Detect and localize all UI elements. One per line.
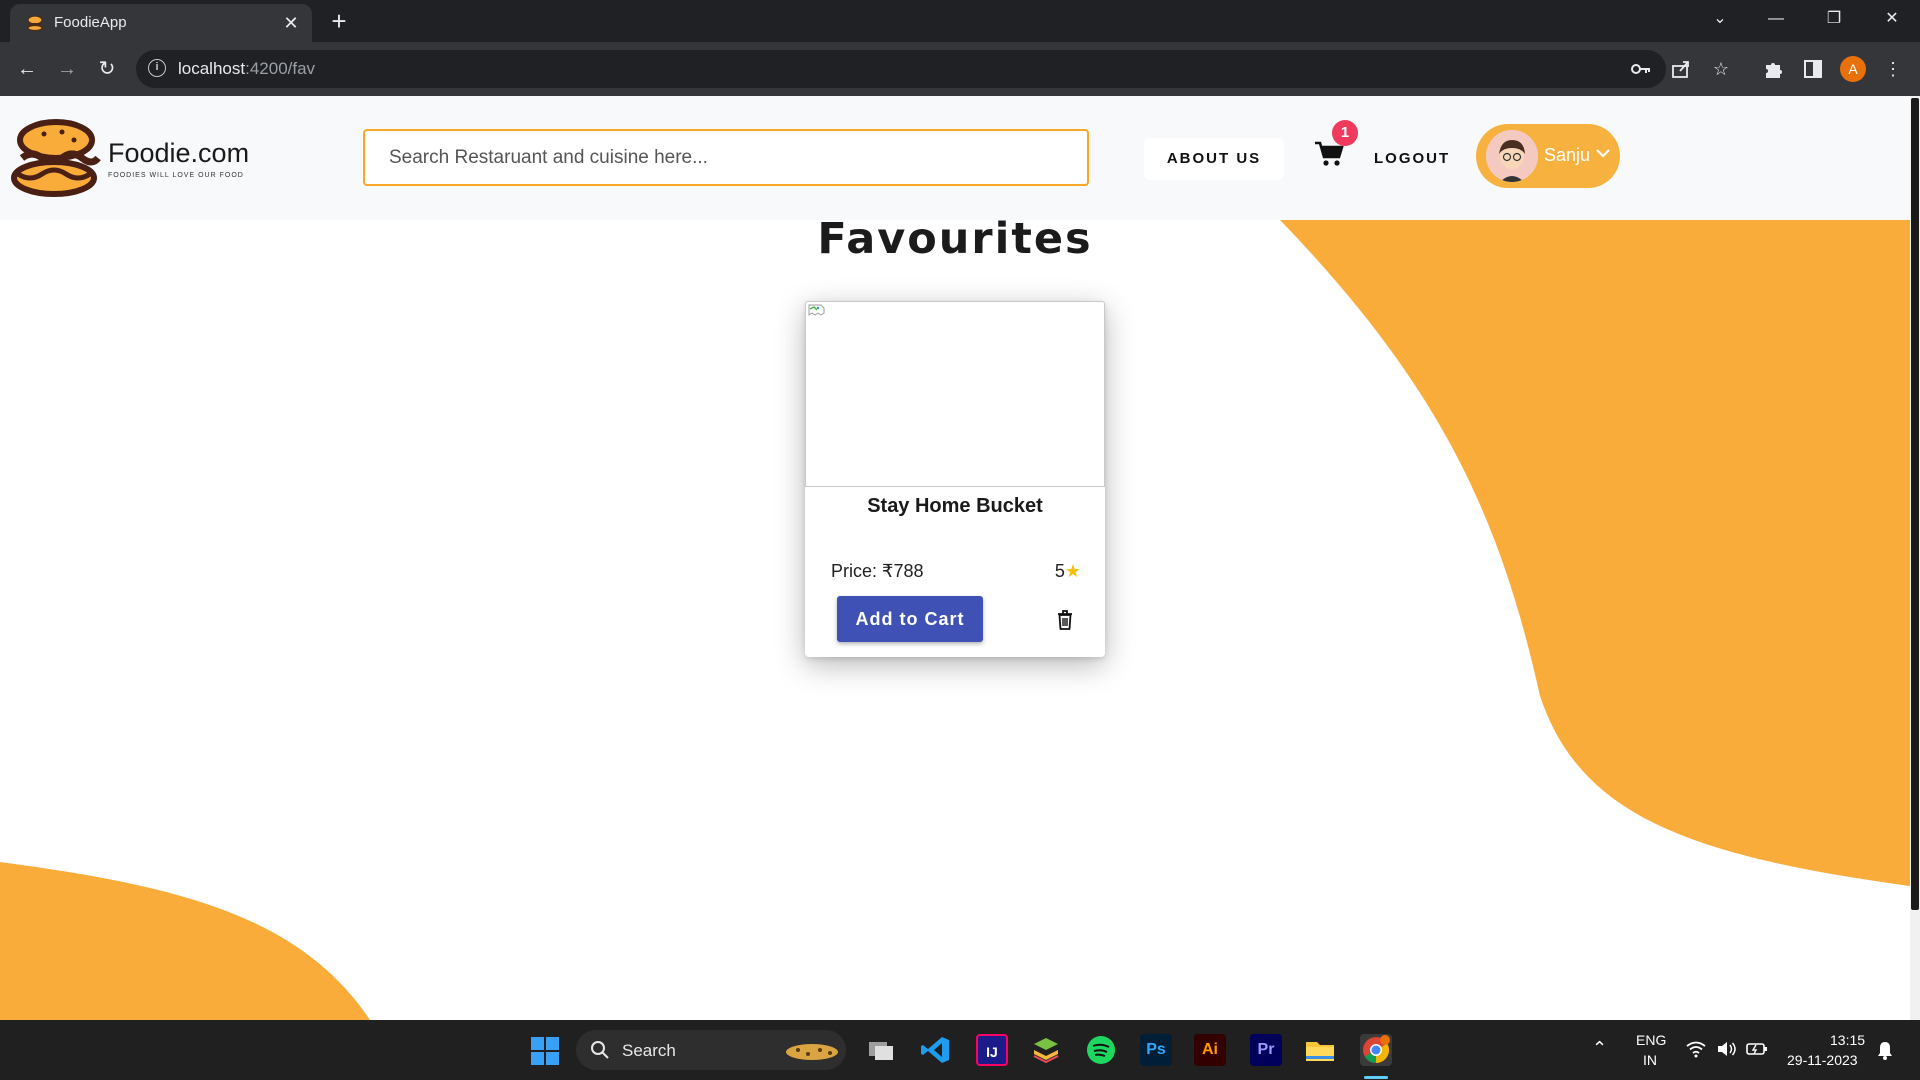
photoshop-icon[interactable]: Ps bbox=[1140, 1034, 1172, 1066]
logout-button[interactable]: LOGOUT bbox=[1374, 150, 1450, 167]
illustrator-icon[interactable]: Ai bbox=[1194, 1034, 1226, 1066]
chevron-down-icon bbox=[1596, 149, 1610, 158]
site-header: Foodie.com FOODIES WILL LOVE OUR FOOD AB… bbox=[0, 96, 1910, 220]
user-avatar bbox=[1486, 130, 1538, 182]
user-name: Sanju bbox=[1544, 145, 1591, 165]
windows-start-icon[interactable] bbox=[530, 1036, 560, 1066]
brand-tagline: FOODIES WILL LOVE OUR FOOD bbox=[108, 172, 244, 179]
search-input[interactable] bbox=[363, 129, 1089, 186]
tab-close-icon[interactable]: ✕ bbox=[280, 12, 302, 34]
star-icon: ★ bbox=[1064, 561, 1081, 581]
forward-icon[interactable]: → bbox=[52, 54, 82, 84]
vscode-icon[interactable] bbox=[920, 1034, 952, 1066]
share-icon[interactable] bbox=[1668, 56, 1694, 82]
bluestacks-icon[interactable] bbox=[1030, 1034, 1062, 1066]
bookmark-star-icon[interactable]: ☆ bbox=[1708, 56, 1734, 82]
minimize-icon[interactable]: — bbox=[1748, 0, 1804, 38]
language-top[interactable]: ENG bbox=[1636, 1032, 1666, 1048]
user-menu-button[interactable]: Sanju bbox=[1476, 124, 1620, 188]
url-text: localhost:4200/fav bbox=[178, 59, 316, 78]
active-app-indicator bbox=[1364, 1076, 1388, 1079]
tray-overflow-chevron-icon[interactable]: ⌃ bbox=[1592, 1038, 1607, 1059]
volume-icon[interactable] bbox=[1716, 1040, 1736, 1058]
taskbar-search-label: Search bbox=[622, 1041, 676, 1060]
browser-tab-strip: FoodieApp ✕ + ⌄ — ❐ ✕ bbox=[0, 0, 1920, 42]
trash-icon[interactable] bbox=[1055, 609, 1075, 631]
add-to-cart-button[interactable]: Add to Cart bbox=[837, 596, 983, 642]
tab-title: FoodieApp bbox=[54, 14, 127, 31]
browser-tab[interactable]: FoodieApp ✕ bbox=[10, 4, 312, 42]
favourite-card: Stay Home Bucket Price: ₹788 5★ Add to C… bbox=[805, 301, 1105, 657]
item-rating: 5★ bbox=[1054, 561, 1081, 581]
brand-name[interactable]: Foodie.com bbox=[108, 138, 249, 169]
restore-icon[interactable]: ❐ bbox=[1806, 0, 1862, 38]
menu-dots-icon[interactable]: ⋮ bbox=[1880, 56, 1906, 82]
wifi-icon[interactable] bbox=[1686, 1040, 1706, 1058]
extensions-icon[interactable] bbox=[1760, 56, 1786, 82]
spotify-icon[interactable] bbox=[1085, 1034, 1117, 1066]
search-highlight-icon bbox=[786, 1044, 838, 1060]
browser-toolbar: ← → ↻ i localhost:4200/fav ☆ ⋮ bbox=[0, 42, 1920, 96]
cart-count-badge: 1 bbox=[1332, 120, 1358, 146]
reload-icon[interactable]: ↻ bbox=[92, 54, 122, 84]
scrollbar-thumb[interactable] bbox=[1911, 98, 1919, 910]
page-title: Favourites bbox=[817, 214, 1093, 264]
side-panel-icon[interactable] bbox=[1800, 56, 1826, 82]
address-bar[interactable]: i localhost:4200/fav bbox=[136, 50, 1666, 88]
page-viewport: Foodie.com FOODIES WILL LOVE OUR FOOD AB… bbox=[0, 96, 1910, 1020]
clock-date[interactable]: 29-11-2023 bbox=[1787, 1052, 1858, 1068]
premiere-icon[interactable]: Pr bbox=[1250, 1034, 1282, 1066]
folder-icon[interactable] bbox=[1304, 1034, 1336, 1066]
burger-favicon-icon bbox=[27, 15, 43, 32]
tab-search-chevron-icon[interactable]: ⌄ bbox=[1692, 0, 1748, 38]
burger-logo-icon[interactable] bbox=[4, 116, 104, 202]
notification-bell-icon[interactable] bbox=[1876, 1040, 1894, 1060]
about-us-button[interactable]: ABOUT US bbox=[1144, 138, 1284, 180]
battery-icon[interactable] bbox=[1746, 1040, 1768, 1058]
intellij-icon[interactable]: IJ bbox=[976, 1034, 1008, 1066]
clock-time[interactable]: 13:15 bbox=[1830, 1032, 1865, 1048]
site-info-icon[interactable]: i bbox=[148, 59, 166, 77]
file-explorer-icon[interactable] bbox=[865, 1034, 897, 1066]
key-icon[interactable] bbox=[1628, 56, 1654, 82]
new-tab-button[interactable]: + bbox=[324, 6, 354, 36]
chrome-icon[interactable] bbox=[1360, 1034, 1392, 1066]
item-name: Stay Home Bucket bbox=[867, 495, 1043, 517]
back-icon[interactable]: ← bbox=[12, 54, 42, 84]
windows-taskbar: Search IJ Ps Ai Pr ⌃ ENG IN 13:15 29-11-… bbox=[0, 1020, 1920, 1080]
food-image bbox=[805, 301, 1105, 487]
item-price: Price: ₹788 bbox=[831, 561, 924, 581]
close-window-icon[interactable]: ✕ bbox=[1864, 0, 1920, 38]
broken-image-icon bbox=[808, 304, 825, 316]
browser-profile-avatar[interactable]: A bbox=[1840, 56, 1866, 82]
taskbar-search[interactable]: Search bbox=[576, 1030, 846, 1070]
search-icon bbox=[591, 1041, 609, 1059]
language-bottom[interactable]: IN bbox=[1643, 1052, 1657, 1068]
